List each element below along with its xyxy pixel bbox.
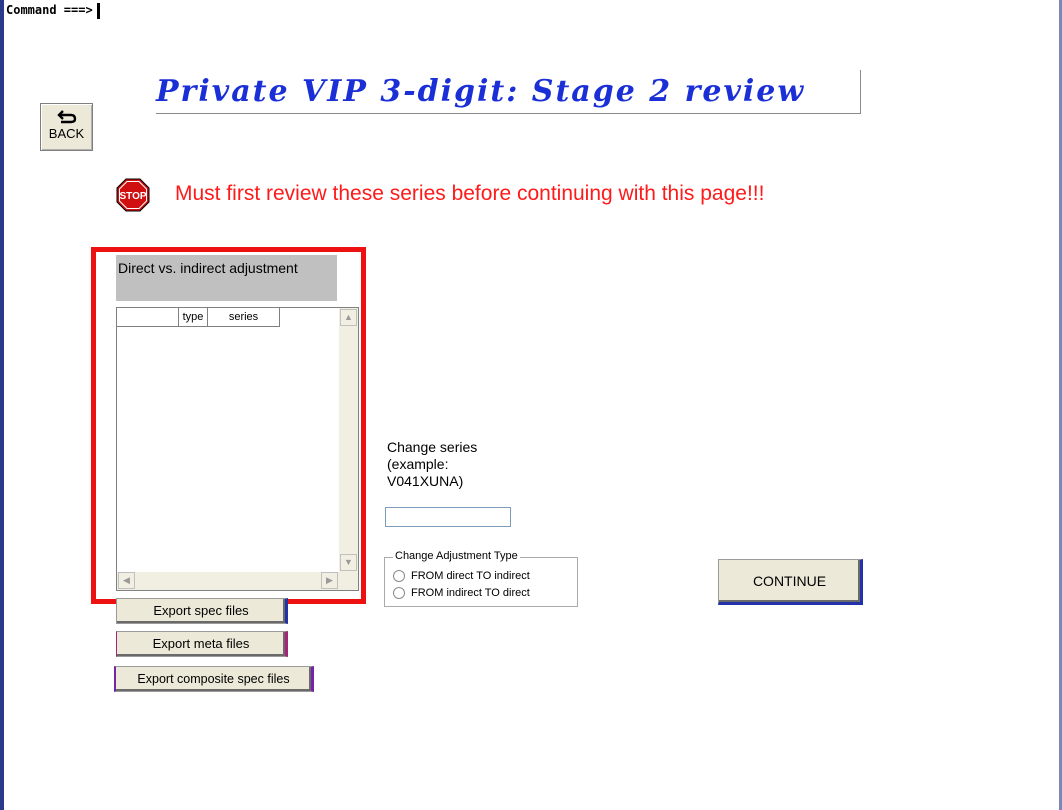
back-button[interactable]: BACK: [40, 103, 93, 151]
back-button-label: BACK: [48, 126, 85, 141]
stop-sign-text: STOP: [119, 191, 146, 202]
change-series-label-line2: (example:: [387, 456, 449, 472]
continue-button[interactable]: CONTINUE: [718, 559, 863, 605]
warning-message: Must first review these series before co…: [175, 182, 765, 205]
page-title-box: Private VIP 3-digit: Stage 2 review: [156, 70, 861, 114]
radio-label: FROM indirect TO direct: [411, 587, 530, 599]
highlight-box: [91, 247, 366, 604]
export-spec-files-button[interactable]: Export spec files: [116, 598, 288, 624]
change-series-label-line1: Change series: [387, 439, 478, 455]
change-series-label-line3: V041XUNA): [387, 473, 464, 489]
radio-indirect-to-direct[interactable]: FROM indirect TO direct: [393, 587, 530, 599]
command-bar[interactable]: Command ===>: [6, 0, 100, 20]
change-series-input[interactable]: [385, 507, 511, 527]
radio-button[interactable]: [393, 587, 405, 599]
change-series-label: Change series (example: V041XUNA): [387, 439, 477, 490]
export-composite-spec-files-button[interactable]: Export composite spec files: [114, 666, 314, 692]
back-arrow-icon: [56, 110, 76, 124]
radio-direct-to-indirect[interactable]: FROM direct TO indirect: [393, 570, 530, 582]
radio-button[interactable]: [393, 570, 405, 582]
command-label: Command ===>: [6, 3, 93, 17]
export-meta-files-button[interactable]: Export meta files: [116, 631, 288, 657]
radio-label: FROM direct TO indirect: [411, 570, 530, 582]
command-cursor: [96, 2, 100, 19]
adjustment-type-group: Change Adjustment Type FROM direct TO in…: [384, 550, 578, 607]
stop-sign-icon: STOP: [116, 178, 150, 212]
window-left-border: [0, 0, 4, 810]
page-title: Private VIP 3-digit: Stage 2 review: [156, 74, 806, 109]
adjustment-type-legend: Change Adjustment Type: [393, 550, 520, 562]
